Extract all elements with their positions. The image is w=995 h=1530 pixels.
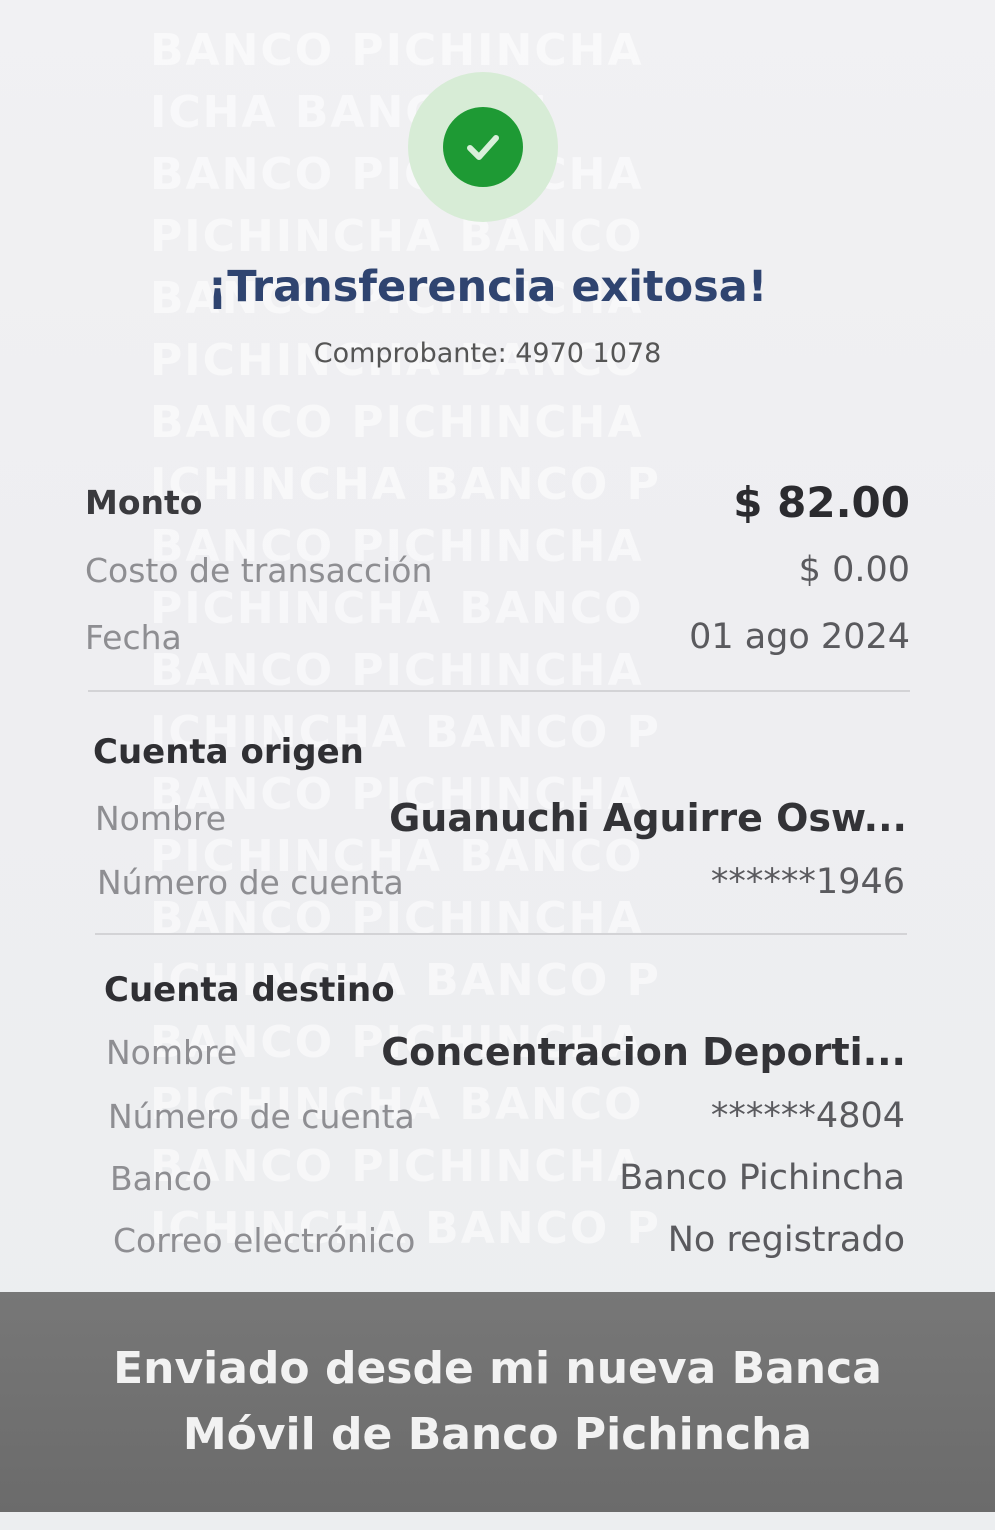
amount-row: Monto $ 82.00 (85, 472, 910, 532)
origin-account-label: Número de cuenta (97, 862, 404, 902)
footer-line: Enviado desde mi nueva Banca (113, 1343, 882, 1394)
destination-email-label: Correo electrónico (113, 1220, 416, 1260)
amount-value: $ 82.00 (733, 477, 910, 527)
destination-email-row: Correo electrónico No registrado (113, 1210, 905, 1270)
divider (95, 933, 907, 935)
destination-name-label: Nombre (106, 1032, 238, 1072)
origin-section-title: Cuenta origen (93, 732, 364, 772)
destination-account-value: ******4804 (710, 1096, 905, 1136)
share-footer-banner: Enviado desde mi nueva Banca Móvil de Ba… (0, 1292, 995, 1512)
fee-row: Costo de transacción $ 0.00 (85, 540, 910, 600)
fee-label: Costo de transacción (85, 550, 433, 590)
transfer-receipt-screen: BANCO PICHINCHA ICHA BANCO PI BANCO PICH… (0, 0, 995, 1530)
origin-name-row: Nombre Guanuchi Aguirre Osw... (95, 788, 907, 848)
page-title: ¡Transferencia exitosa! (207, 262, 768, 312)
destination-name-value: Concentracion Deporti... (381, 1030, 906, 1074)
destination-section-title: Cuenta destino (104, 970, 395, 1010)
watermark-line: PICHINCHA BANCO (150, 211, 644, 262)
date-row: Fecha 01 ago 2024 (85, 607, 910, 667)
origin-name-label: Nombre (95, 798, 227, 838)
date-label: Fecha (85, 617, 182, 657)
check-icon (443, 107, 523, 187)
amount-label: Monto (85, 482, 203, 522)
date-value: 01 ago 2024 (689, 617, 910, 657)
origin-account-row: Número de cuenta ******1946 (97, 852, 905, 912)
origin-name-value: Guanuchi Aguirre Osw... (389, 796, 907, 840)
origin-account-value: ******1946 (710, 862, 905, 902)
divider (88, 690, 910, 692)
fee-value: $ 0.00 (798, 550, 910, 590)
destination-bank-value: Banco Pichincha (619, 1158, 905, 1198)
destination-email-value: No registrado (667, 1220, 905, 1260)
footer-line: Móvil de Banco Pichincha (182, 1409, 813, 1460)
success-icon-halo (408, 72, 558, 222)
destination-bank-label: Banco (110, 1158, 213, 1198)
destination-bank-row: Banco Banco Pichincha (110, 1148, 905, 1208)
receipt-number: Comprobante: 4970 1078 (313, 338, 662, 369)
watermark-line: BANCO PICHINCHA (150, 397, 644, 448)
destination-account-row: Número de cuenta ******4804 (108, 1086, 905, 1146)
destination-name-row: Nombre Concentracion Deporti... (106, 1022, 906, 1082)
destination-account-label: Número de cuenta (108, 1096, 415, 1136)
watermark-line: BANCO PICHINCHA (150, 25, 644, 76)
